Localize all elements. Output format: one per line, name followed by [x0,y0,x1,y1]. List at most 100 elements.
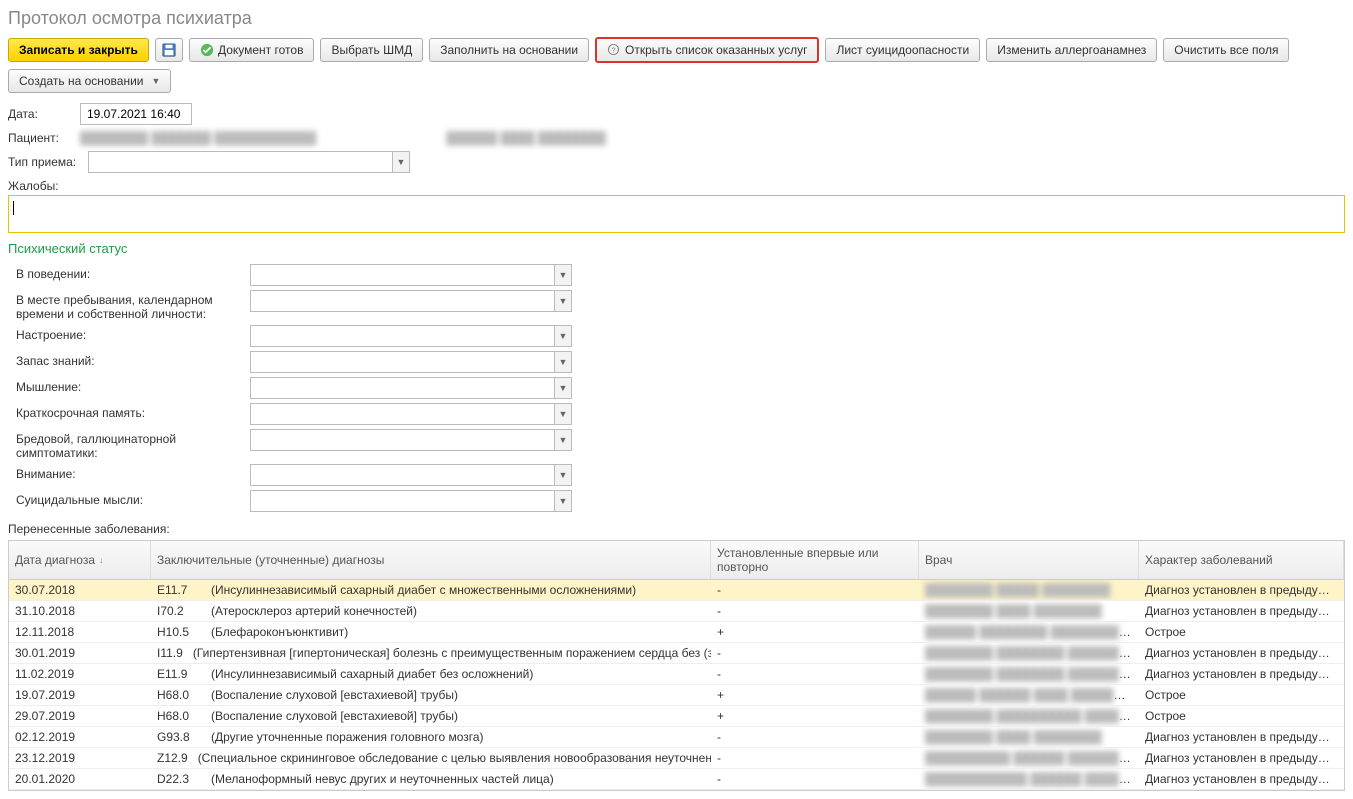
cell-date: 29.07.2019 [9,706,151,726]
th-doc[interactable]: Врач [919,541,1139,579]
status-drop[interactable]: ▼ [554,351,572,373]
date-label: Дата: [8,107,70,121]
cell-ust: - [711,727,919,747]
type-combo[interactable]: ▼ [88,151,410,173]
th-ust[interactable]: Установленные впервые или повторно [711,541,919,579]
doc-value: ██████ ██████ ████ ██████████ [925,688,1139,702]
diag-code: G93.8 [157,730,201,744]
status-drop[interactable]: ▼ [554,464,572,486]
diag-code: Z12.9 [157,751,188,765]
cell-ust: - [711,643,919,663]
table-row[interactable]: 02.12.2019G93.8(Другие уточненные пораже… [9,727,1344,748]
status-label: В месте пребывания, календарном времени … [16,290,250,321]
cell-doc: ████████ ████████ ██████████████ [919,643,1139,663]
status-drop[interactable]: ▼ [554,264,572,286]
complaints-label: Жалобы: [8,179,59,193]
status-input[interactable] [250,490,554,512]
status-input[interactable] [250,464,554,486]
cell-char: Диагноз установлен в предыдущем го… [1139,643,1344,663]
status-label: Краткосрочная память: [16,403,250,420]
status-input[interactable] [250,429,554,451]
table-header: Дата диагноза ↓ Заключительные (уточненн… [9,541,1344,580]
select-shmd-button[interactable]: Выбрать ШМД [320,38,423,62]
diag-code: E11.9 [157,667,201,681]
cell-date: 30.01.2019 [9,643,151,663]
date-input[interactable] [80,103,192,125]
th-date[interactable]: Дата диагноза ↓ [9,541,151,579]
status-combo[interactable]: ▼ [250,325,572,347]
status-row: Мышление:▼ [16,377,1345,399]
cell-diag: H68.0(Воспаление слуховой [евстахиевой] … [151,706,711,726]
table-row[interactable]: 30.07.2018E11.7(Инсулиннезависимый сахар… [9,580,1344,601]
cell-doc: ██████████ ██████ ██████████████ [919,748,1139,768]
status-combo[interactable]: ▼ [250,290,572,312]
status-input[interactable] [250,290,554,312]
doc-value: ██████ ████████ ██████████ [925,625,1136,639]
th-char[interactable]: Характер заболеваний [1139,541,1344,579]
type-input[interactable] [88,151,392,173]
save-close-button[interactable]: Записать и закрыть [8,38,149,62]
type-drop[interactable]: ▼ [392,151,410,173]
status-combo[interactable]: ▼ [250,377,572,399]
suicide-sheet-button[interactable]: Лист суицидоопасности [825,38,980,62]
diag-code: I70.2 [157,604,201,618]
complaints-textarea[interactable] [8,195,1345,233]
status-input[interactable] [250,351,554,373]
table-row[interactable]: 29.07.2019H68.0(Воспаление слуховой [евс… [9,706,1344,727]
save-button[interactable] [155,38,183,62]
th-diag[interactable]: Заключительные (уточненные) диагнозы [151,541,711,579]
diag-name: (Воспаление слуховой [евстахиевой] трубы… [211,688,458,702]
cell-doc: ████████ ████ ████████ [919,601,1139,621]
cell-char: Диагноз установлен в предыдущем го… [1139,580,1344,600]
cell-char: Диагноз установлен в предыдущем го… [1139,769,1344,789]
status-input[interactable] [250,325,554,347]
cell-char: Диагноз установлен в предыдущем го… [1139,727,1344,747]
table-row[interactable]: 23.12.2019Z12.9(Специальное скрининговое… [9,748,1344,769]
table-row[interactable]: 11.02.2019E11.9(Инсулиннезависимый сахар… [9,664,1344,685]
cell-diag: E11.9(Инсулиннезависимый сахарный диабет… [151,664,711,684]
cell-ust: + [711,685,919,705]
status-input[interactable] [250,264,554,286]
doc-ready-button[interactable]: Документ готов [189,38,315,62]
cell-char: Диагноз установлен в предыдущем го… [1139,748,1344,768]
diag-name: (Гипертензивная [гипертоническая] болезн… [193,646,711,660]
status-combo[interactable]: ▼ [250,464,572,486]
table-row[interactable]: 12.11.2018H10.5(Блефароконъюнктивит)+███… [9,622,1344,643]
table-row[interactable]: 30.01.2019I11.9(Гипертензивная [гипертон… [9,643,1344,664]
cell-char: Острое [1139,706,1344,726]
cell-ust: - [711,769,919,789]
doc-value: ████████ ████████ ██████████ [925,667,1139,681]
cell-date: 11.02.2019 [9,664,151,684]
status-combo[interactable]: ▼ [250,490,572,512]
status-combo[interactable]: ▼ [250,351,572,373]
clear-all-button[interactable]: Очистить все поля [1163,38,1289,62]
chevron-down-icon: ▼ [152,76,161,86]
cell-ust: - [711,601,919,621]
table-row[interactable]: 31.10.2018I70.2(Атеросклероз артерий кон… [9,601,1344,622]
status-combo[interactable]: ▼ [250,403,572,425]
status-combo[interactable]: ▼ [250,264,572,286]
table-row[interactable]: 20.01.2020D22.3(Меланоформный невус друг… [9,769,1344,790]
diag-code: D22.3 [157,772,201,786]
table-row[interactable]: 19.07.2019H68.0(Воспаление слуховой [евс… [9,685,1344,706]
status-drop[interactable]: ▼ [554,403,572,425]
cell-doc: ████████ ██████████ ██████████ [919,706,1139,726]
doc-value: ████████ ████ ████████ [925,604,1102,618]
status-drop[interactable]: ▼ [554,325,572,347]
status-combo[interactable]: ▼ [250,429,572,451]
table-body: 30.07.2018E11.7(Инсулиннезависимый сахар… [9,580,1344,790]
change-allergo-button[interactable]: Изменить аллергоанамнез [986,38,1157,62]
status-drop[interactable]: ▼ [554,429,572,451]
cell-date: 23.12.2019 [9,748,151,768]
fill-basis-button[interactable]: Заполнить на основании [429,38,589,62]
status-drop[interactable]: ▼ [554,490,572,512]
status-input[interactable] [250,377,554,399]
status-drop[interactable]: ▼ [554,377,572,399]
psych-status-title: Психический статус [8,241,1345,256]
status-drop[interactable]: ▼ [554,290,572,312]
create-basis-button[interactable]: Создать на основании ▼ [8,69,171,93]
status-label: Внимание: [16,464,250,481]
status-input[interactable] [250,403,554,425]
open-services-button[interactable]: ? Открыть список оказанных услуг [595,37,819,63]
create-basis-label: Создать на основании [19,74,144,88]
